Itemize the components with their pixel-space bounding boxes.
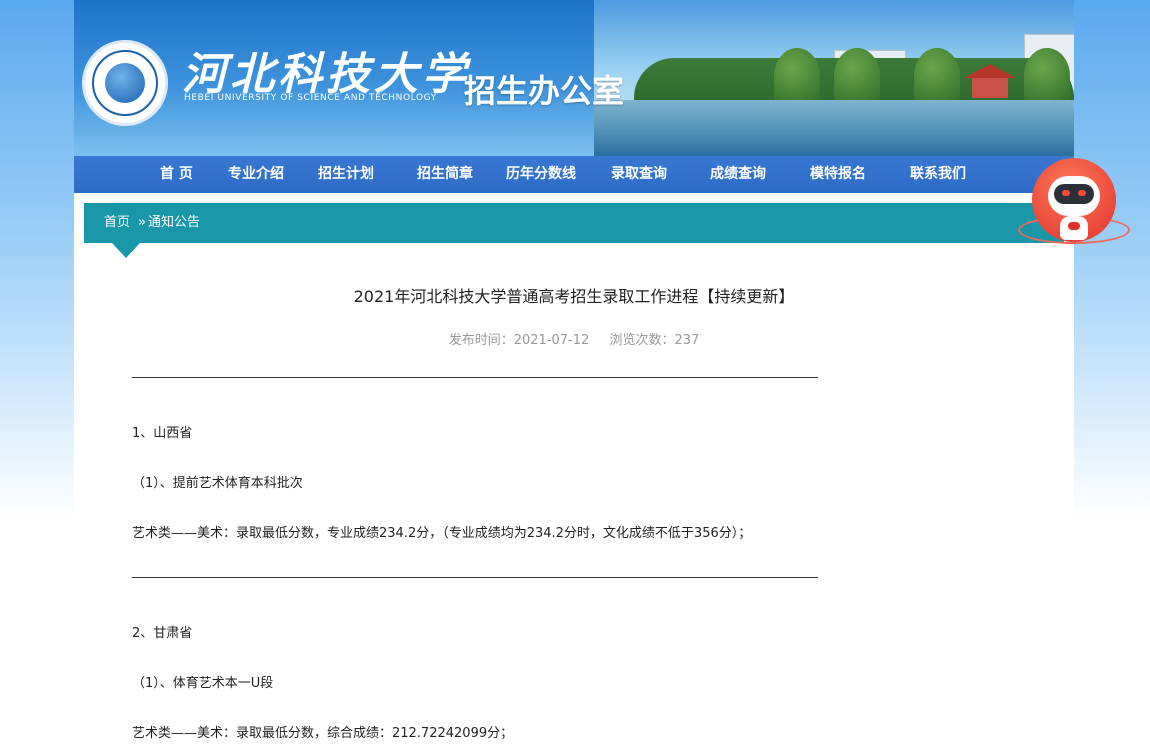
nav-item-home[interactable]: 首 页	[160, 156, 193, 193]
article-line: 2、甘肃省	[132, 626, 193, 641]
article-line: 艺术类——美术：录取最低分数，综合成绩：212.72242099分；	[132, 726, 514, 741]
article-title: 2021年河北科技大学普通高考招生录取工作进程【持续更新】	[353, 287, 795, 306]
nav-item-model-signup[interactable]: 模特报名	[810, 156, 866, 193]
header-banner: 河北科技大学 HEBEI UNIVERSITY OF SCIENCE AND T…	[74, 0, 1074, 156]
nav-item-admission-query[interactable]: 录取查询	[611, 156, 667, 193]
article-line: （1）、体育艺术本一U段	[132, 676, 274, 691]
main-nav: 首 页 专业介绍 招生计划 招生简章 历年分数线 录取查询 成绩查询 模特报名 …	[74, 156, 1074, 193]
article-line: 艺术类——美术：录取最低分数，专业成绩234.2分，（专业成绩均为234.2分时…	[132, 526, 752, 541]
campus-lake	[594, 100, 1074, 156]
article-line: （1）、提前艺术体育本科批次	[132, 476, 303, 491]
office-title: 招生办公室	[464, 72, 625, 110]
campus-pavilion	[964, 64, 1016, 98]
robot-visor	[1054, 184, 1094, 204]
publish-date: 发布时间：2021-07-12	[448, 333, 590, 348]
nav-item-majors[interactable]: 专业介绍	[228, 156, 284, 193]
view-count: 浏览次数：237	[609, 333, 700, 348]
nav-item-score-query[interactable]: 成绩查询	[710, 156, 766, 193]
article-meta: 发布时间：2021-07-12 浏览次数：237	[74, 329, 1074, 348]
article-line: 1、山西省	[132, 426, 193, 441]
divider	[132, 377, 818, 378]
breadcrumb-home[interactable]: 首页	[104, 203, 130, 243]
university-logo[interactable]	[82, 40, 168, 126]
robot-eye	[1062, 190, 1070, 196]
page-container: 河北科技大学 HEBEI UNIVERSITY OF SCIENCE AND T…	[74, 0, 1074, 750]
robot-assistant-icon[interactable]	[1018, 156, 1130, 256]
campus-tree	[774, 48, 820, 104]
robot-badge	[1068, 222, 1080, 230]
nav-item-enrollment-plan[interactable]: 招生计划	[318, 156, 374, 193]
breadcrumb-pointer	[112, 243, 140, 258]
robot-eye	[1078, 190, 1086, 196]
divider	[132, 577, 818, 578]
campus-tree	[914, 48, 960, 104]
campus-tree	[1024, 48, 1070, 104]
campus-tree	[834, 48, 880, 104]
university-name-en: HEBEI UNIVERSITY OF SCIENCE AND TECHNOLO…	[184, 93, 437, 103]
breadcrumb-separator: »	[138, 215, 146, 230]
breadcrumb: 首页 » 通知公告	[84, 203, 1064, 243]
nav-item-contact[interactable]: 联系我们	[910, 156, 966, 193]
nav-item-score-lines[interactable]: 历年分数线	[506, 156, 576, 193]
nav-item-brochure[interactable]: 招生简章	[417, 156, 473, 193]
logo-emblem	[105, 63, 145, 103]
breadcrumb-current[interactable]: 通知公告	[148, 203, 200, 243]
